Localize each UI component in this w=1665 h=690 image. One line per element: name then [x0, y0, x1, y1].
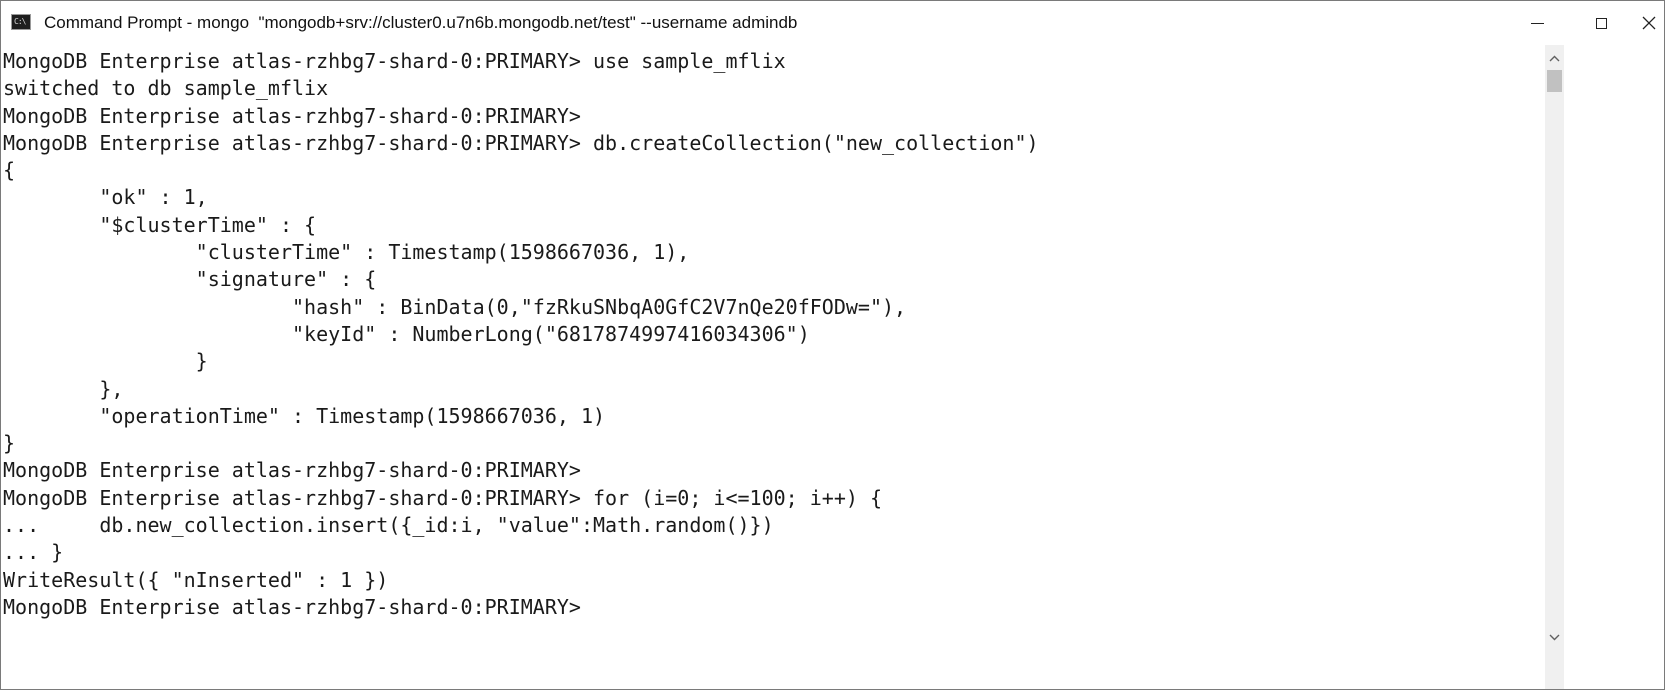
console-text: MongoDB Enterprise atlas-rzhbg7-shard-0:… [3, 48, 1039, 621]
scroll-down-button[interactable] [1545, 628, 1564, 647]
scroll-up-arrow-icon [1549, 55, 1560, 62]
console-line: MongoDB Enterprise atlas-rzhbg7-shard-0:… [3, 485, 882, 510]
console-line: "keyId" : NumberLong("681787499741603430… [3, 321, 810, 346]
console-line: WriteResult({ "nInserted" : 1 }) [3, 567, 389, 592]
console-line: MongoDB Enterprise atlas-rzhbg7-shard-0:… [3, 130, 1039, 155]
scroll-down-arrow-icon [1549, 634, 1560, 641]
maximize-icon [1595, 17, 1607, 29]
title-bar[interactable]: C:\ Command Prompt - mongo "mongodb+srv:… [1, 1, 1664, 45]
console-line: ... db.new_collection.insert({_id:i, "va… [3, 513, 774, 538]
command-prompt-icon[interactable]: C:\ [11, 14, 31, 30]
app-icon-glyph: C:\ [14, 17, 26, 26]
console-line: { [3, 158, 16, 183]
command-prompt-window: C:\ Command Prompt - mongo "mongodb+srv:… [0, 0, 1665, 690]
console-line: switched to db sample_mflix [3, 76, 329, 101]
console-line: "hash" : BinData(0,"fzRkuSNbqA0GfC2V7nQe… [3, 294, 907, 319]
scrollbar-thumb[interactable] [1547, 70, 1562, 92]
close-icon [1642, 16, 1656, 30]
close-button[interactable] [1633, 1, 1664, 45]
console-output[interactable]: MongoDB Enterprise atlas-rzhbg7-shard-0:… [1, 45, 1545, 689]
console-line: "$clusterTime" : { [3, 212, 317, 237]
console-line: MongoDB Enterprise atlas-rzhbg7-shard-0:… [3, 594, 581, 619]
console-line: "clusterTime" : Timestamp(1598667036, 1)… [3, 240, 690, 265]
console-line: "operationTime" : Timestamp(1598667036, … [3, 403, 606, 428]
console-line: "ok" : 1, [3, 185, 208, 210]
console-line: ... } [3, 540, 64, 565]
vertical-scrollbar[interactable] [1545, 45, 1564, 689]
window-title: Command Prompt - mongo "mongodb+srv://cl… [44, 13, 798, 32]
console-line: MongoDB Enterprise atlas-rzhbg7-shard-0:… [3, 458, 581, 483]
console-line: MongoDB Enterprise atlas-rzhbg7-shard-0:… [3, 49, 786, 73]
console-line: }, [3, 376, 124, 401]
scroll-up-button[interactable] [1545, 49, 1564, 68]
console-line: } [3, 349, 208, 374]
minimize-button[interactable] [1505, 1, 1569, 45]
minimize-icon [1530, 23, 1544, 24]
maximize-button[interactable] [1569, 1, 1633, 45]
console-line: } [3, 431, 16, 456]
console-line: MongoDB Enterprise atlas-rzhbg7-shard-0:… [3, 103, 581, 128]
console-line: "signature" : { [3, 267, 377, 292]
